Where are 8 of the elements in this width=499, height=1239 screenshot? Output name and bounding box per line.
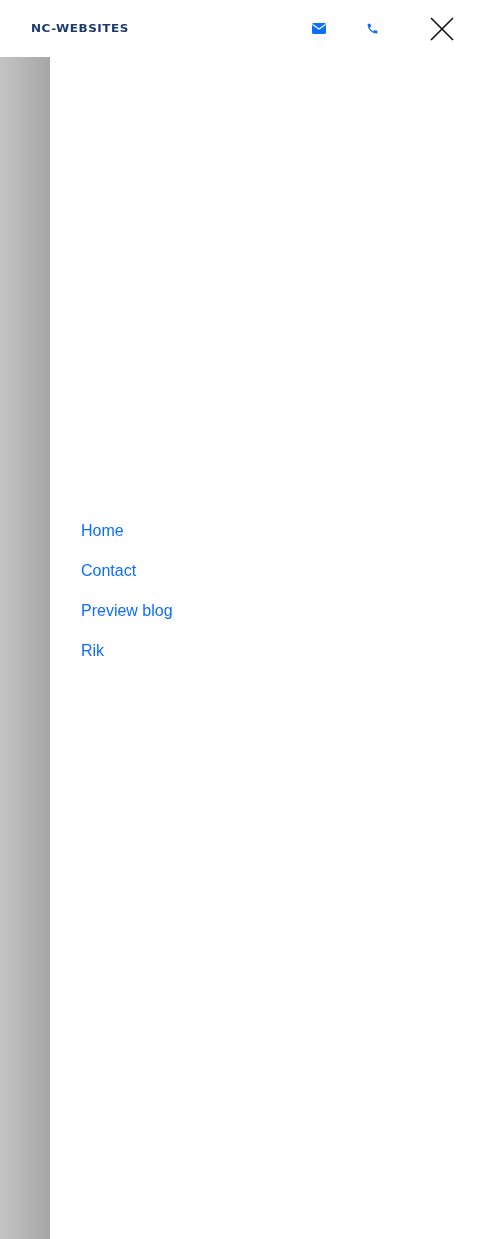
menu-link[interactable]: Home [81,519,124,541]
close-button[interactable] [430,16,454,41]
menu-link[interactable]: Preview blog [81,599,173,621]
logo[interactable]: NC-WEBSITES [31,22,129,35]
menu-link[interactable]: Contact [81,559,137,581]
menu-link[interactable]: Rik [81,639,105,661]
phone-icon[interactable] [366,22,379,35]
mail-icon[interactable] [312,23,326,34]
